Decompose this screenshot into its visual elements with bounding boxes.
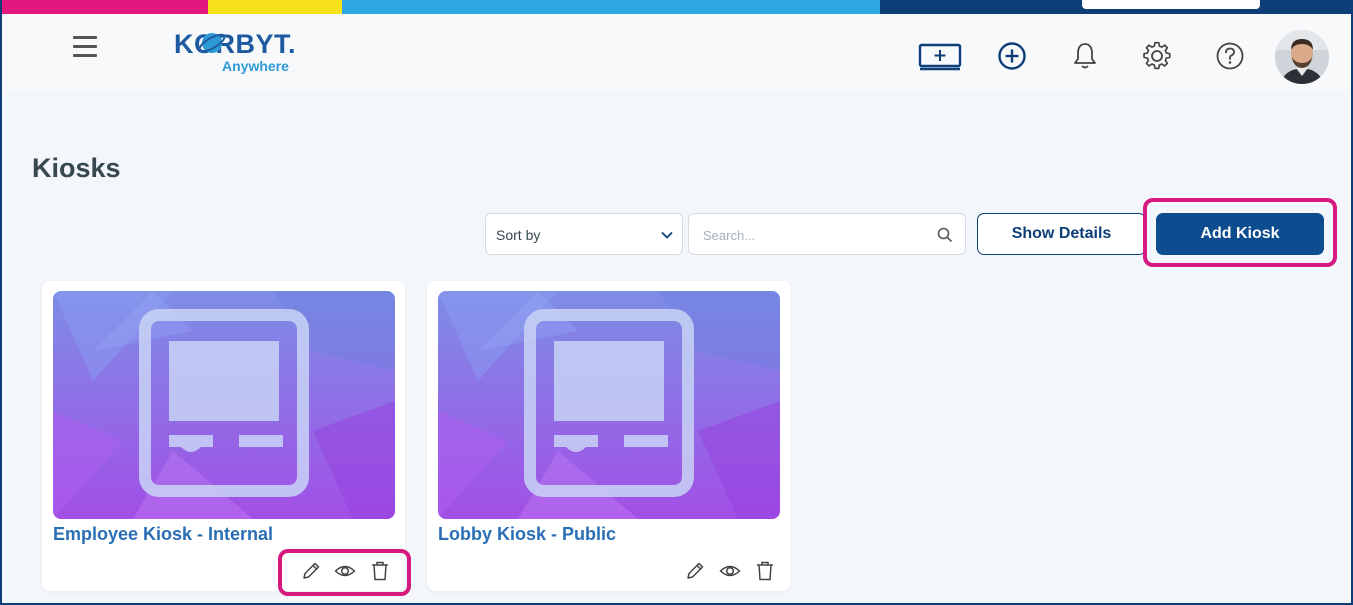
logo-subtitle: Anywhere — [222, 58, 289, 74]
kiosk-actions — [42, 560, 405, 582]
menu-icon[interactable] — [73, 36, 97, 58]
kiosk-thumbnail[interactable] — [438, 291, 780, 519]
kiosk-card: Lobby Kiosk - Public — [427, 281, 791, 591]
view-icon[interactable] — [334, 560, 356, 582]
kiosk-thumbnail[interactable] — [53, 291, 395, 519]
search-box — [688, 213, 966, 255]
logo-wordmark: KORBYT. — [174, 29, 297, 59]
avatar[interactable] — [1275, 30, 1329, 84]
korbyt-logo[interactable]: KORBYT. Anywhere — [174, 30, 314, 80]
sort-dropdown-label: Sort by — [496, 227, 541, 243]
kiosk-name[interactable]: Employee Kiosk - Internal — [53, 524, 273, 545]
bell-icon[interactable] — [1070, 41, 1100, 71]
chevron-down-icon — [661, 231, 673, 239]
sort-dropdown[interactable]: Sort by — [485, 213, 683, 255]
app-frame: KORBYT. Anywhere Kiosks Sort by Search..… — [0, 0, 1353, 605]
delete-icon[interactable] — [754, 560, 776, 582]
display-add-icon[interactable] — [918, 42, 962, 72]
page-title: Kiosks — [32, 153, 121, 183]
show-details-button[interactable]: Show Details — [977, 213, 1146, 255]
add-kiosk-button[interactable]: Add Kiosk — [1156, 213, 1324, 255]
edit-icon[interactable] — [684, 560, 706, 582]
edit-icon[interactable] — [300, 560, 322, 582]
plus-circle-icon[interactable] — [997, 41, 1027, 71]
kiosk-card: Employee Kiosk - Internal — [42, 281, 405, 591]
orbit-icon — [198, 33, 226, 53]
search-input[interactable] — [703, 224, 923, 246]
gear-icon[interactable] — [1142, 41, 1172, 71]
brand-color-bar — [2, 0, 1351, 14]
top-navigation: KORBYT. Anywhere — [2, 14, 1351, 90]
help-icon[interactable] — [1215, 41, 1245, 71]
view-icon[interactable] — [719, 560, 741, 582]
search-icon[interactable] — [937, 227, 953, 243]
kiosk-name[interactable]: Lobby Kiosk - Public — [438, 524, 616, 545]
delete-icon[interactable] — [369, 560, 391, 582]
kiosk-actions — [427, 560, 791, 582]
